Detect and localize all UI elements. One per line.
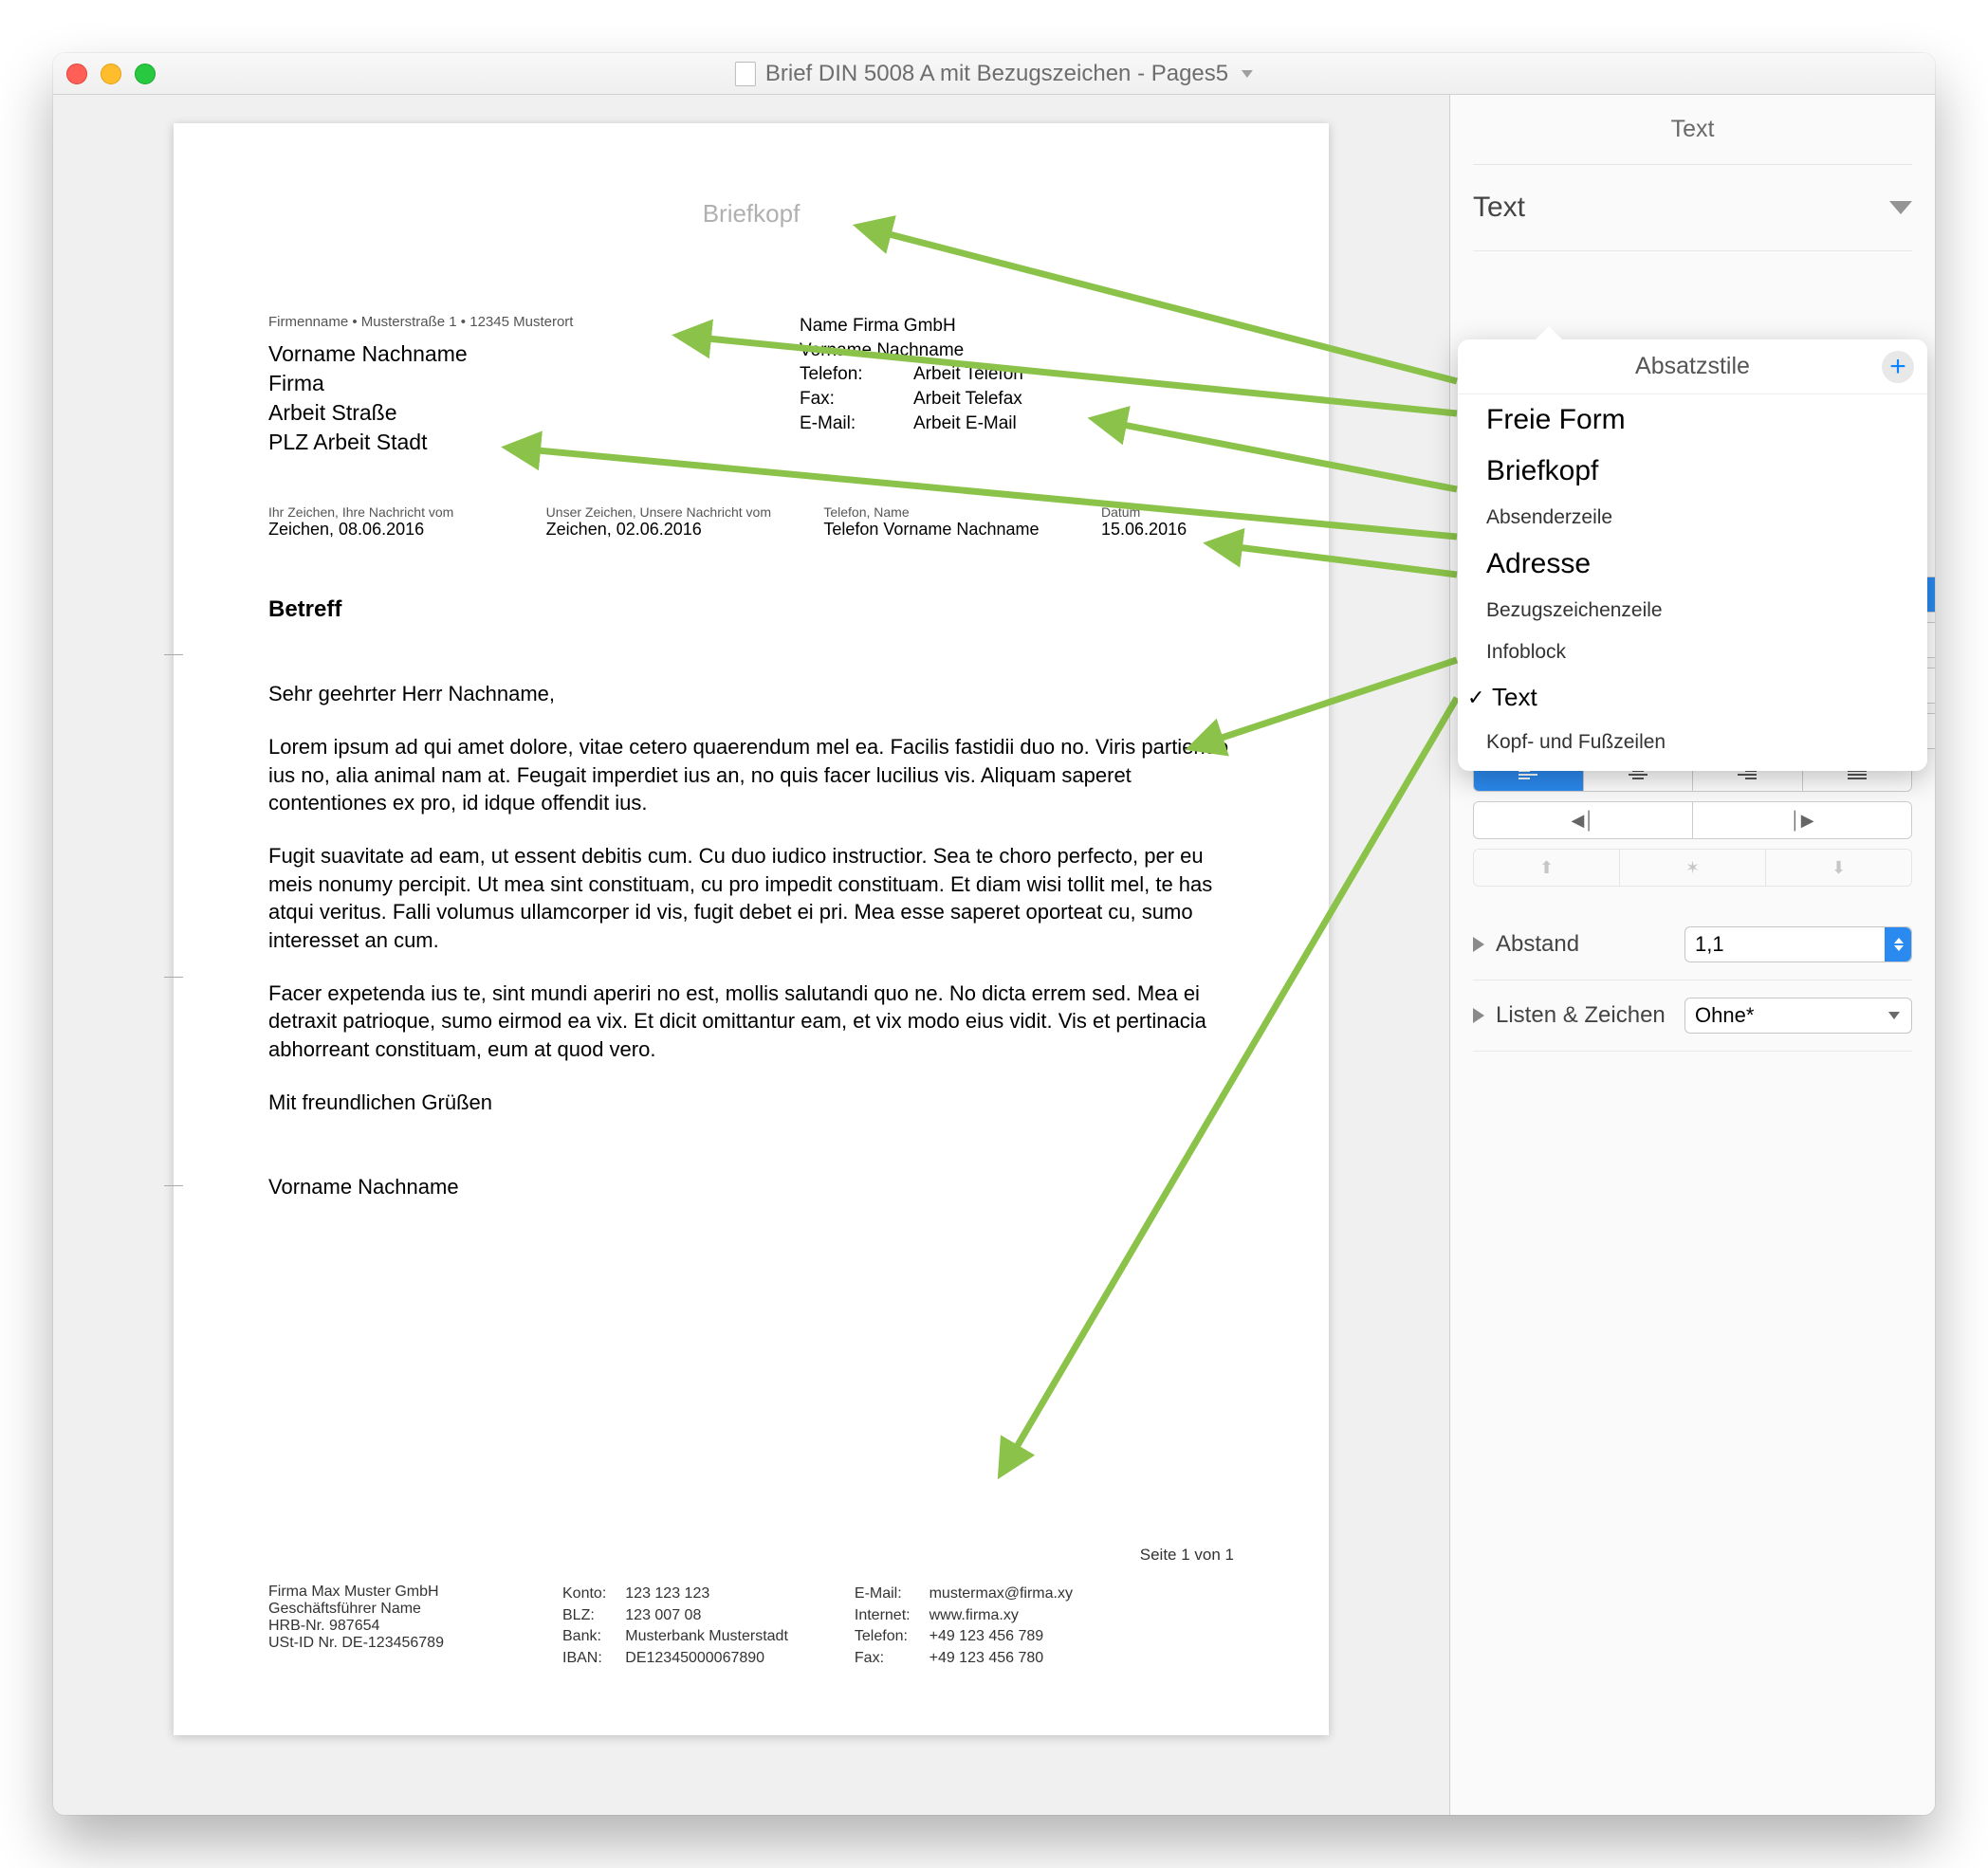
page-number: Seite 1 von 1: [268, 1546, 1234, 1565]
list-style-select[interactable]: Ohne*: [1684, 998, 1912, 1034]
sender-line[interactable]: Firmenname • Musterstraße 1 • 12345 Must…: [268, 314, 724, 330]
valign-bottom-button[interactable]: ⬇: [1766, 850, 1911, 886]
subject[interactable]: Betreff: [268, 596, 1234, 623]
chevron-down-icon: [1242, 70, 1253, 78]
style-item[interactable]: ✓Text: [1458, 673, 1927, 722]
style-item[interactable]: Absenderzeile: [1458, 497, 1927, 539]
title-text: Brief DIN 5008 A mit Bezugszeichen - Pag…: [765, 61, 1228, 87]
indent-row: ◀│ │▶: [1473, 801, 1912, 839]
style-item[interactable]: Freie Form: [1458, 394, 1927, 446]
style-item[interactable]: Infoblock: [1458, 632, 1927, 673]
spacing-label: Abstand: [1496, 931, 1579, 958]
letter-body[interactable]: Sehr geehrter Herr Nachname, Lorem ipsum…: [268, 680, 1234, 1201]
inspector-title: Text: [1473, 95, 1912, 165]
valign-top-button[interactable]: ⬆: [1474, 850, 1620, 886]
indent-button[interactable]: │▶: [1693, 802, 1911, 838]
style-item[interactable]: Briefkopf: [1458, 446, 1927, 497]
zoom-window-button[interactable]: [135, 64, 156, 84]
letterhead[interactable]: Briefkopf: [268, 199, 1234, 229]
styles-list: Freie FormBriefkopfAbsenderzeileAdresseB…: [1458, 394, 1927, 763]
vertical-align-row: ⬆ ✶ ⬇: [1473, 849, 1912, 887]
style-item[interactable]: Kopf- und Fußzeilen: [1458, 722, 1927, 763]
document-icon: [735, 62, 756, 86]
inspector-panel: Text Text Absatzstile + Freie FormBriefk…: [1449, 95, 1935, 1815]
chevron-down-icon: [1889, 201, 1912, 214]
page: Briefkopf Firmenname • Musterstraße 1 • …: [174, 123, 1329, 1735]
reference-row[interactable]: Ihr Zeichen, Ihre Nachricht vomZeichen, …: [268, 504, 1234, 540]
popover-title: Absatzstile: [1635, 353, 1750, 380]
recipient-address[interactable]: Vorname Nachname Firma Arbeit Straße PLZ…: [268, 339, 724, 457]
paragraph-style-selector[interactable]: Text: [1473, 165, 1912, 251]
minimize-window-button[interactable]: [101, 64, 121, 84]
window: Brief DIN 5008 A mit Bezugszeichen - Pag…: [53, 53, 1935, 1815]
window-title[interactable]: Brief DIN 5008 A mit Bezugszeichen - Pag…: [735, 61, 1253, 87]
traffic-lights: [66, 64, 156, 84]
paragraph-styles-popover: Absatzstile + Freie FormBriefkopfAbsende…: [1458, 339, 1927, 771]
spacing-select[interactable]: 1,1: [1684, 926, 1912, 962]
valign-middle-button[interactable]: ✶: [1620, 850, 1766, 886]
disclosure-triangle-icon[interactable]: [1473, 1008, 1484, 1023]
close-window-button[interactable]: [66, 64, 87, 84]
document-canvas[interactable]: Briefkopf Firmenname • Musterstraße 1 • …: [53, 95, 1449, 1815]
lists-label: Listen & Zeichen: [1496, 1002, 1666, 1029]
style-item[interactable]: Adresse: [1458, 539, 1927, 590]
outdent-button[interactable]: ◀│: [1474, 802, 1693, 838]
titlebar: Brief DIN 5008 A mit Bezugszeichen - Pag…: [53, 53, 1935, 95]
style-item[interactable]: Bezugszeichenzeile: [1458, 590, 1927, 632]
footer[interactable]: Seite 1 von 1 Firma Max Muster GmbHGesch…: [268, 1546, 1234, 1669]
disclosure-triangle-icon[interactable]: [1473, 937, 1484, 952]
content: Briefkopf Firmenname • Musterstraße 1 • …: [53, 95, 1935, 1815]
add-style-button[interactable]: +: [1882, 351, 1914, 383]
info-block[interactable]: Name Firma GmbH Vorname Nachname Telefon…: [800, 314, 1023, 457]
